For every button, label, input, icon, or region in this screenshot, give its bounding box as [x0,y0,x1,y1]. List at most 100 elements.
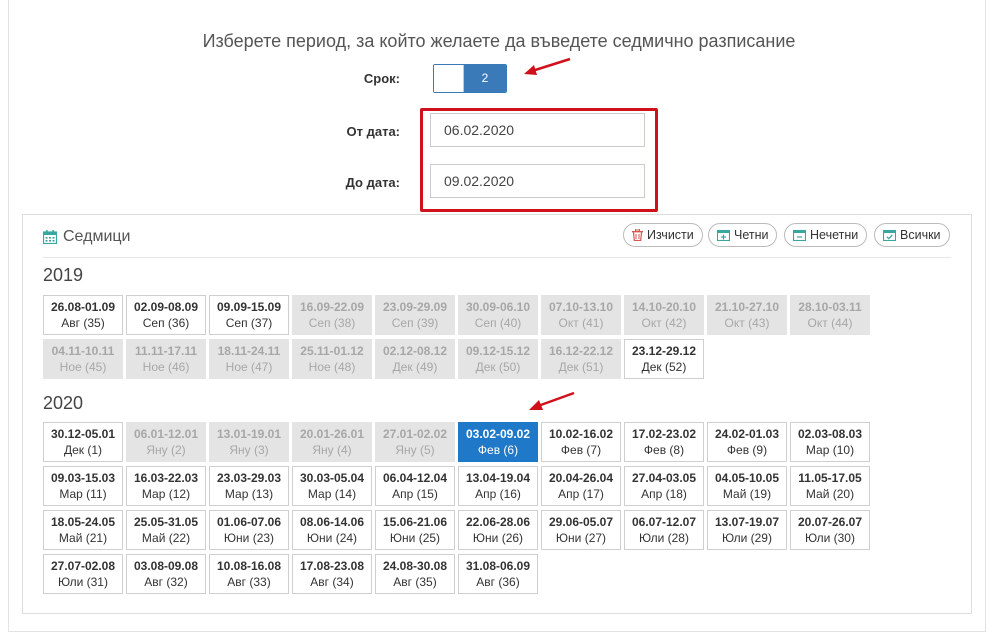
all-weeks-button[interactable]: Всички [874,223,950,247]
week-cell[interactable]: 27.01-02.02 Яну (5) [375,422,455,462]
week-range: 25.11-01.12 [300,344,364,358]
week-cell[interactable]: 16.09-22.09 Сеп (38) [292,295,372,335]
week-cell[interactable]: 06.07-12.07 Юли (28) [624,510,704,550]
week-cell[interactable]: 02.09-08.09 Сеп (36) [126,295,206,335]
week-cell[interactable]: 30.12-05.01 Дек (1) [43,422,123,462]
week-range: 27.07-02.08 [50,559,116,573]
week-cell[interactable]: 06.01-12.01 Яну (2) [126,422,206,462]
week-cell[interactable]: 07.10-13.10 Окт (41) [541,295,621,335]
term-toggle[interactable]: 2 [433,64,507,93]
week-cell[interactable]: 09.12-15.12 Дек (50) [458,339,538,379]
week-cell[interactable]: 30.03-05.04 Мар (14) [292,466,372,506]
week-cell[interactable]: 23.12-29.12 Дек (52) [624,339,704,379]
week-cell[interactable]: 16.03-22.03 Мар (12) [126,466,206,506]
annotation-highlight-box [420,108,658,212]
week-cell[interactable]: 25.11-01.12 Ное (48) [292,339,372,379]
even-weeks-button[interactable]: Четни [708,223,778,247]
week-cell[interactable]: 21.10-27.10 Окт (43) [707,295,787,335]
week-cell[interactable]: 22.06-28.06 Юни (26) [458,510,538,550]
clear-button-label: Изчисти [647,228,694,242]
week-cell[interactable]: 04.05-10.05 Май (19) [707,466,787,506]
week-month-label: Авг (35) [61,316,105,330]
week-cell[interactable]: 28.10-03.11 Окт (44) [790,295,870,335]
term-value: 2 [464,65,506,92]
week-cell[interactable]: 03.08-09.08 Авг (32) [126,554,206,594]
week-range: 24.08-30.08 [382,559,448,573]
week-cell[interactable]: 04.11-10.11 Ное (45) [43,339,123,379]
week-range: 10.08-16.08 [216,559,282,573]
week-range: 10.02-16.02 [548,427,614,441]
week-cell[interactable]: 11.11-17.11 Ное (46) [126,339,206,379]
toggle-knob[interactable] [434,65,464,92]
week-cell[interactable]: 20.07-26.07 Юли (30) [790,510,870,550]
week-cell[interactable]: 23.03-29.03 Мар (13) [209,466,289,506]
week-cell[interactable]: 31.08-06.09 Авг (36) [458,554,538,594]
week-month-label: Юли (29) [722,531,772,545]
week-cell[interactable]: 27.07-02.08 Юли (31) [43,554,123,594]
week-range: 21.10-27.10 [714,300,780,314]
week-cell[interactable]: 25.05-31.05 Май (22) [126,510,206,550]
week-cell[interactable]: 23.09-29.09 Сеп (39) [375,295,455,335]
week-cell[interactable]: 08.06-14.06 Юни (24) [292,510,372,550]
week-range: 25.05-31.05 [133,515,199,529]
week-cell[interactable]: 10.02-16.02 Фев (7) [541,422,621,462]
clear-button[interactable]: Изчисти [623,223,703,247]
week-cell[interactable]: 27.04-03.05 Апр (18) [624,466,704,506]
weeks-panel: Седмици Изчисти Четни Нечетни Всички 201… [22,214,972,614]
week-cell[interactable]: 18.11-24.11 Ное (47) [209,339,289,379]
from-date-label: От дата: [346,124,401,139]
week-cell[interactable]: 15.06-21.06 Юни (25) [375,510,455,550]
week-range: 07.10-13.10 [548,300,614,314]
week-range: 11.11-17.11 [134,344,198,358]
week-range: 28.10-03.11 [798,300,862,314]
week-cell[interactable]: 02.12-08.12 Дек (49) [375,339,455,379]
week-cell[interactable]: 17.08-23.08 Авг (34) [292,554,372,594]
week-cell[interactable]: 13.01-19.01 Яну (3) [209,422,289,462]
week-month-label: Авг (33) [227,575,271,589]
week-cell[interactable]: 20.01-26.01 Яну (4) [292,422,372,462]
week-range: 27.01-02.02 [382,427,448,441]
annotation-arrow-icon [529,391,575,410]
calendar-plus-icon [717,229,730,241]
week-month-label: Юни (27) [555,531,607,545]
week-cell[interactable]: 13.07-19.07 Юли (29) [707,510,787,550]
week-month-label: Ное (45) [59,360,107,374]
week-cell[interactable]: 24.02-01.03 Фев (9) [707,422,787,462]
week-cell[interactable]: 26.08-01.09 Авг (35) [43,295,123,335]
week-cell[interactable]: 13.04-19.04 Апр (16) [458,466,538,506]
week-month-label: Авг (35) [393,575,437,589]
week-cell[interactable]: 24.08-30.08 Авг (35) [375,554,455,594]
week-cell[interactable]: 30.09-06.10 Сеп (40) [458,295,538,335]
week-month-label: Мар (12) [141,487,191,501]
week-month-label: Юли (30) [805,531,855,545]
week-cell[interactable]: 03.02-09.02 Фев (6) [458,422,538,462]
week-cell[interactable]: 01.06-07.06 Юни (23) [209,510,289,550]
week-range: 30.09-06.10 [465,300,531,314]
week-range: 01.06-07.06 [216,515,282,529]
week-range: 23.03-29.03 [216,471,282,485]
week-month-label: Фев (8) [643,443,685,457]
week-cell[interactable]: 17.02-23.02 Фев (8) [624,422,704,462]
week-cell[interactable]: 11.05-17.05 Май (20) [790,466,870,506]
week-cell[interactable]: 14.10-20.10 Окт (42) [624,295,704,335]
week-month-label: Окт (42) [641,316,687,330]
week-cell[interactable]: 16.12-22.12 Дек (51) [541,339,621,379]
week-cell[interactable]: 09.03-15.03 Мар (11) [43,466,123,506]
week-range: 16.09-22.09 [299,300,365,314]
week-cell[interactable]: 18.05-24.05 Май (21) [43,510,123,550]
week-cell[interactable]: 10.08-16.08 Авг (33) [209,554,289,594]
week-month-label: Фев (9) [726,443,768,457]
week-month-label: Юли (31) [58,575,108,589]
week-cell[interactable]: 20.04-26.04 Апр (17) [541,466,621,506]
week-range: 24.02-01.03 [714,427,780,441]
odd-weeks-button[interactable]: Нечетни [784,223,868,247]
week-range: 08.06-14.06 [299,515,365,529]
week-cell[interactable]: 29.06-05.07 Юни (27) [541,510,621,550]
to-date-label: До дата: [345,175,400,190]
week-month-label: Авг (32) [144,575,188,589]
week-cell[interactable]: 06.04-12.04 Апр (15) [375,466,455,506]
week-month-label: Мар (11) [59,487,107,501]
week-cell[interactable]: 09.09-15.09 Сеп (37) [209,295,289,335]
week-cell[interactable]: 02.03-08.03 Мар (10) [790,422,870,462]
week-range: 02.03-08.03 [797,427,863,441]
